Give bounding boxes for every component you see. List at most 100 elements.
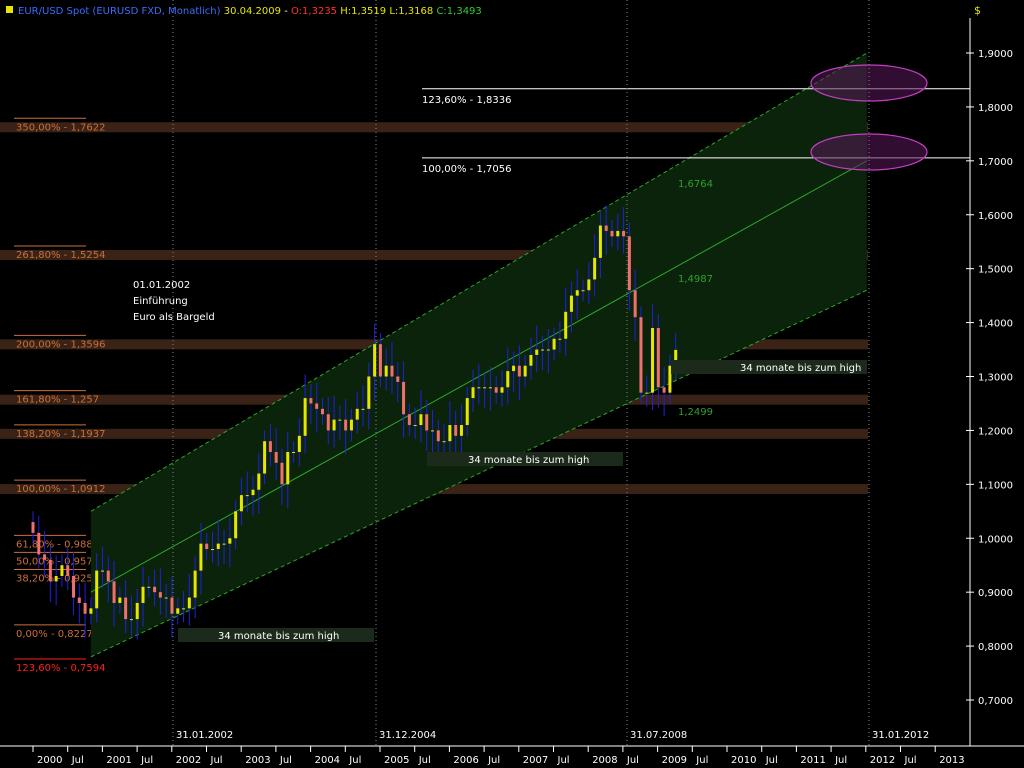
candle-body (95, 570, 99, 609)
candle-body (187, 597, 191, 609)
channel-label-14987: 1,4987 (678, 274, 713, 285)
fib-label: 200,00% - 1,3596 (16, 339, 105, 350)
target-label: 100,00% - 1,7056 (422, 164, 511, 175)
candle-body (552, 338, 556, 350)
date-label-2002: 31.01.2002 (176, 730, 233, 741)
candle-body (344, 419, 348, 431)
months-text-1: 34 monate bis zum high (218, 631, 339, 642)
candle-body (239, 495, 243, 512)
x-tick-label: 2007 (523, 755, 548, 766)
x-tick-label: Jul (834, 755, 847, 766)
candle-body (77, 597, 81, 603)
y-tick-label: 1,7000 (978, 157, 1013, 168)
candle-body (483, 387, 487, 389)
candle-body (135, 602, 139, 620)
fib-label: 50,00% - 0,957 (16, 556, 93, 567)
candle-body (112, 581, 116, 603)
candle-body (558, 338, 562, 340)
candle-body (338, 419, 342, 421)
candle-body (118, 597, 122, 603)
header-low: L:1,3168 (389, 6, 433, 17)
candle-body (303, 398, 307, 436)
candle-body (182, 608, 186, 610)
candle-body (390, 365, 394, 377)
y-tick-label: 0,8000 (978, 642, 1013, 653)
channel-label-16764: 1,6764 (678, 179, 713, 190)
candle-body (43, 554, 47, 560)
candle-body (477, 387, 481, 389)
candle-body (402, 381, 406, 415)
candle-body (31, 522, 35, 533)
candle-body (413, 425, 417, 427)
candle-body (396, 376, 400, 382)
x-tick-label: 2008 (592, 755, 617, 766)
y-tick-label: 1,2000 (978, 426, 1013, 437)
candle-body (471, 387, 475, 399)
candle-body (297, 435, 301, 452)
y-tick-label: 1,4000 (978, 319, 1013, 330)
x-tick-label: Jul (279, 755, 292, 766)
x-tick-label: Jul (765, 755, 778, 766)
candle-body (54, 575, 58, 582)
candle-body (205, 543, 209, 550)
candle-body (228, 538, 232, 544)
fib-label: 123,60% - 0,7594 (16, 663, 105, 674)
euro-intro-line-3: Euro als Bargeld (133, 312, 215, 323)
candle-body (176, 608, 180, 614)
candle-body (541, 349, 545, 351)
candle-body (147, 586, 151, 588)
header-high: H:1,3519 (340, 6, 386, 17)
candle-body (326, 414, 330, 431)
candle-body (459, 425, 463, 436)
candle-body (488, 387, 492, 389)
candle-body (529, 354, 533, 366)
header-symbol: EUR/USD Spot (EURUSD FXD, Monatlich) (18, 6, 221, 17)
candle-body (66, 565, 70, 576)
candle-body (222, 543, 226, 545)
x-tick-label: 2003 (245, 755, 270, 766)
candle-body (564, 311, 568, 339)
candle-body (587, 279, 591, 291)
x-tick-label: Jul (71, 755, 84, 766)
candle-body (361, 408, 365, 410)
x-tick-label: 2011 (800, 755, 825, 766)
x-tick-label: 2006 (453, 755, 478, 766)
candle-body (581, 290, 585, 292)
candle-body (309, 398, 313, 404)
date-label-2008: 31.07.2008 (630, 730, 687, 741)
currency-label: $ (974, 4, 981, 17)
candle-body (199, 543, 203, 571)
y-tick-label: 1,1000 (978, 480, 1013, 491)
x-tick-label: Jul (695, 755, 708, 766)
candle-body (106, 570, 110, 582)
candle-body (494, 387, 498, 393)
header-open: O:1,3235 (291, 6, 337, 17)
months-text-3: 34 monate bis zum high (740, 363, 861, 374)
x-tick-label: 2013 (939, 755, 964, 766)
candle-body (280, 462, 284, 485)
header-square-icon (6, 6, 13, 13)
y-tick-label: 1,9000 (978, 49, 1013, 60)
candle-body (60, 565, 64, 576)
candle-body (419, 414, 423, 426)
candle-body (170, 597, 174, 614)
candle-body (431, 430, 435, 432)
candle-body (164, 597, 168, 599)
candle-body (89, 608, 93, 614)
candle-body (500, 387, 504, 393)
candle-body (286, 451, 290, 485)
candle-body (645, 392, 649, 394)
candle-body (321, 408, 324, 415)
candle-body (656, 327, 660, 388)
fib-label: 100,00% - 1,0912 (16, 484, 105, 495)
x-tick-label: 2004 (315, 755, 340, 766)
date-label-2012: 31.01.2012 (872, 730, 929, 741)
candle-body (216, 543, 220, 550)
y-tick-label: 1,5000 (978, 265, 1013, 276)
x-tick-label: Jul (904, 755, 917, 766)
candle-body (349, 419, 353, 431)
candle-body (48, 559, 52, 582)
candle-body (593, 257, 597, 280)
candle-body (384, 365, 388, 377)
candle-body (72, 575, 76, 598)
